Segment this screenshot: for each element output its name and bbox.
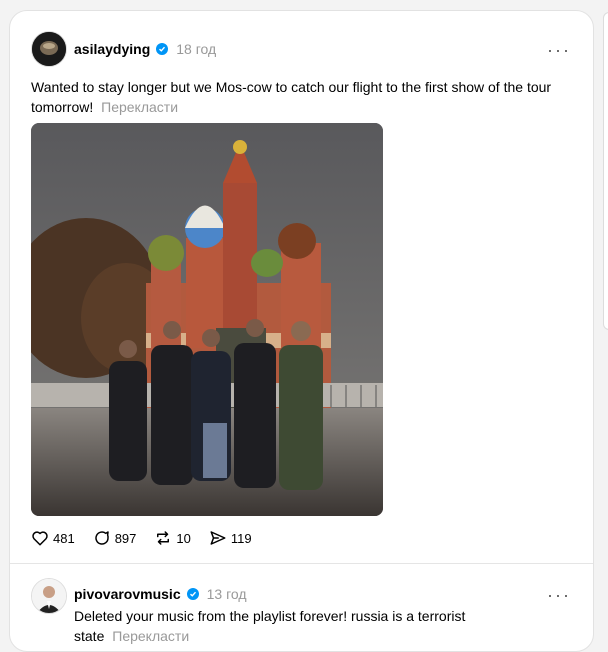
post-actions: 481 897 10 119 [31, 529, 252, 547]
avatar[interactable] [31, 31, 67, 67]
avatar-image [32, 579, 66, 613]
share-count: 119 [230, 530, 252, 546]
post-text: Deleted your music from the playlist for… [74, 606, 494, 646]
repost-button[interactable]: 10 [154, 529, 191, 547]
comment-button[interactable]: 897 [93, 529, 137, 547]
translate-link[interactable]: Перекласти [101, 99, 178, 115]
repost-icon [157, 531, 170, 545]
like-button[interactable]: 481 [31, 529, 75, 547]
username[interactable]: pivovarovmusic [74, 586, 181, 602]
post-time: 18 год [176, 41, 217, 57]
avatar[interactable] [31, 578, 67, 614]
feed-card: asilaydying 18 год ··· Wanted to stay lo… [9, 10, 594, 652]
post-1: asilaydying 18 год ··· Wanted to stay lo… [10, 11, 593, 563]
repost-count: 10 [176, 530, 191, 546]
comment-count: 897 [114, 530, 137, 546]
post-header: asilaydying 18 год [74, 41, 216, 57]
adjacent-panel-edge [603, 12, 608, 330]
username[interactable]: asilaydying [74, 41, 150, 57]
share-icon [210, 531, 226, 545]
avatar-image [32, 32, 66, 66]
like-count: 481 [53, 530, 75, 546]
more-icon[interactable]: ··· [547, 586, 571, 604]
post-header: pivovarovmusic 13 год [74, 586, 247, 602]
verified-badge-icon [186, 588, 199, 600]
verified-badge-icon [156, 43, 169, 55]
cathedral-photo [31, 123, 383, 516]
comment-icon [94, 531, 109, 545]
heart-icon [32, 531, 48, 546]
share-button[interactable]: 119 [209, 529, 252, 547]
post-photo[interactable] [31, 123, 383, 516]
post-2: pivovarovmusic 13 год ··· Deleted your m… [10, 564, 593, 651]
post-text: Wanted to stay longer but we Mos-cow to … [31, 77, 571, 117]
post-time: 13 год [206, 586, 247, 602]
more-icon[interactable]: ··· [547, 41, 571, 59]
